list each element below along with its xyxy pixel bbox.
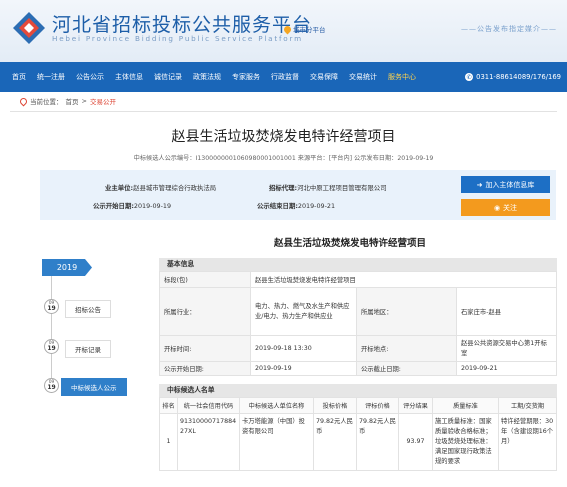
timeline-item-bid-opening[interactable]: 开标记录 bbox=[65, 340, 111, 358]
breadcrumb-current[interactable]: 交易公开 bbox=[90, 96, 116, 106]
rank-cell: 1 bbox=[159, 412, 178, 472]
nav-item-credit[interactable]: 诚信记录 bbox=[149, 72, 188, 82]
nav-item-supervision[interactable]: 行政监督 bbox=[266, 72, 305, 82]
pub-start-value: 2019-09-19 bbox=[250, 361, 357, 376]
nav-item-announcements[interactable]: 公告公示 bbox=[71, 72, 110, 82]
agent-info: 招标代理:河北中原工程项目管理有限公司 bbox=[269, 183, 387, 192]
phone-icon: ✆ bbox=[465, 73, 474, 81]
location-pin-icon bbox=[18, 96, 29, 106]
region-value: 石家庄市-赵县 bbox=[456, 287, 557, 336]
agent-value: 河北中原工程项目管理有限公司 bbox=[297, 184, 387, 192]
pub-end-value: 2019-09-21 bbox=[456, 361, 557, 376]
add-to-entity-db-button[interactable]: ➜ 加入主体信息库 bbox=[461, 176, 550, 193]
company-name-cell[interactable]: 卡万塔能源（中国）投资有限公司 bbox=[239, 412, 314, 472]
section-value: 赵县生活垃圾焚烧发电特许经营项目 bbox=[250, 271, 557, 288]
section-label: 标段(包) bbox=[159, 271, 251, 288]
breadcrumb-prefix: 当前位置： bbox=[30, 98, 63, 106]
announcement-meta: 中标候选人公示编号：I1300000001060980001001001 来源平… bbox=[133, 155, 434, 162]
column-header: 评分结果 bbox=[398, 397, 433, 414]
timeline-line bbox=[51, 265, 52, 390]
owner-label: 业主单位: bbox=[105, 184, 134, 192]
nav-item-register[interactable]: 统一注册 bbox=[32, 72, 71, 82]
start-date-value: 2019-09-19 bbox=[133, 202, 172, 210]
login-arrow-icon: ➜ bbox=[476, 180, 483, 189]
end-date-label: 公示结束日期: bbox=[257, 202, 298, 210]
nav-item-entities[interactable]: 主体信息 bbox=[110, 72, 149, 82]
pub-end-label: 公示截止日期: bbox=[356, 361, 457, 376]
site-title: 河北省招标投标公共服务平台 bbox=[52, 14, 313, 36]
owner-value: 赵县城市管理综合行政执法局 bbox=[133, 184, 217, 192]
end-date-value: 2019-09-21 bbox=[297, 202, 336, 210]
column-header: 统一社会信用代码 bbox=[177, 397, 240, 414]
location-pin-icon bbox=[282, 24, 293, 34]
basic-info-heading: 基本信息 bbox=[159, 258, 557, 271]
basic-info-table: 标段(包) 赵县生活垃圾焚烧发电特许经营项目 所属行业： 电力、热力、燃气及水生… bbox=[159, 271, 557, 376]
site-header: 河北省招标投标公共服务平台 Hebei Province Bidding Pub… bbox=[0, 0, 567, 62]
nav-item-statistics[interactable]: 交易统计 bbox=[344, 72, 383, 82]
duration-cell: 特许经营期限：30年（含建设期16个月） bbox=[498, 412, 557, 472]
column-header: 投标价格 bbox=[313, 397, 357, 414]
open-time-value: 2019-09-18 13:30 bbox=[250, 335, 357, 362]
main-nav: 首页 统一注册 公告公示 主体信息 诚信记录 政策法规 专家服务 行政监督 交易… bbox=[0, 62, 567, 92]
open-place-value: 赵县公共资源交易中心第1开标室 bbox=[456, 335, 557, 362]
industry-label: 所属行业： bbox=[159, 287, 251, 336]
breadcrumb: 当前位置： 首页 > 交易公开 bbox=[18, 96, 116, 106]
candidates-panel: 中标候选人名单 排名 统一社会信用代码 中标候选人单位名称 投标价格 评标价格 … bbox=[159, 384, 557, 472]
credit-code-cell: 91310000717884 27XL bbox=[177, 412, 240, 472]
eval-price-cell: 79.82元人民币 bbox=[356, 412, 399, 472]
timeline-day: 19 bbox=[47, 383, 56, 391]
section-title: 赵县生活垃圾焚烧发电特许经营项目 bbox=[273, 238, 426, 249]
timeline-day: 19 bbox=[47, 304, 56, 312]
hotline: ✆ 0311-88614089/176/169 bbox=[465, 73, 561, 81]
quality-standard-cell: 施工质量标准：国家质量验收合格标准；垃圾焚烧处理标准：满足国家现行政策法规的要求 bbox=[432, 412, 499, 472]
year-badge[interactable]: 2019 bbox=[42, 259, 92, 276]
timeline-item-bid-notice[interactable]: 招标公告 bbox=[65, 300, 111, 318]
divider bbox=[10, 111, 557, 112]
candidates-heading: 中标候选人名单 bbox=[159, 384, 557, 397]
timeline-item-candidates[interactable]: 中标候选人公示 bbox=[61, 378, 127, 396]
breadcrumb-separator: > bbox=[81, 97, 87, 105]
follow-button-label: 关注 bbox=[503, 203, 518, 212]
score-cell: 93.97 bbox=[398, 412, 433, 472]
start-date-label: 公示开始日期: bbox=[93, 202, 134, 210]
open-place-label: 开标地点: bbox=[356, 335, 457, 362]
basic-info-panel: 基本信息 标段(包) 赵县生活垃圾焚烧发电特许经营项目 所属行业： 电力、热力、… bbox=[159, 258, 557, 376]
candidates-table: 排名 统一社会信用代码 中标候选人单位名称 投标价格 评标价格 评分结果 质量标… bbox=[159, 397, 557, 472]
region-label: 所属地区： bbox=[356, 287, 457, 336]
bid-price-cell: 79.82元人民币 bbox=[313, 412, 357, 472]
column-header: 排名 bbox=[159, 397, 178, 414]
nav-item-home[interactable]: 首页 bbox=[0, 72, 32, 82]
nav-item-experts[interactable]: 专家服务 bbox=[227, 72, 266, 82]
site-subtitle: Hebei Province Bidding Public Service Pl… bbox=[52, 34, 303, 43]
nav-item-policy[interactable]: 政策法规 bbox=[188, 72, 227, 82]
logo-icon[interactable] bbox=[12, 11, 46, 45]
timeline-node: 09 19 bbox=[44, 339, 59, 354]
start-date-info: 公示开始日期:2019-09-19 bbox=[93, 201, 171, 210]
owner-info: 业主单位:赵县城市管理综合行政执法局 bbox=[105, 183, 216, 192]
follow-button[interactable]: ◉ 关注 bbox=[461, 199, 550, 216]
nav-item-service-center[interactable]: 服务中心 bbox=[383, 72, 422, 82]
page-title: 赵县生活垃圾焚烧发电特许经营项目 bbox=[171, 129, 396, 145]
column-header: 工期/交货期 bbox=[498, 397, 557, 414]
header-slogan: ——公告发布指定媒介—— bbox=[461, 25, 557, 33]
hotline-number: 0311-88614089/176/169 bbox=[476, 73, 561, 81]
table-row: 1 91310000717884 27XL 卡万塔能源（中国）投资有限公司 79… bbox=[159, 412, 557, 472]
column-header: 评标价格 bbox=[356, 397, 399, 414]
timeline-node: 09 19 bbox=[44, 378, 59, 393]
city-switch[interactable]: 城市分平台 bbox=[282, 24, 326, 34]
city-switch-label: 城市分平台 bbox=[293, 26, 326, 34]
breadcrumb-home[interactable]: 首页 bbox=[66, 96, 79, 106]
eye-icon: ◉ bbox=[493, 203, 501, 212]
timeline-node: 09 19 bbox=[44, 299, 59, 314]
column-header: 中标候选人单位名称 bbox=[239, 397, 314, 414]
timeline-day: 19 bbox=[47, 344, 56, 352]
industry-value: 电力、热力、燃气及水生产和供应业/电力、热力生产和供应业 bbox=[250, 287, 357, 336]
open-time-label: 开标时间: bbox=[159, 335, 251, 362]
nav-item-guarantee[interactable]: 交易保障 bbox=[305, 72, 344, 82]
add-button-label: 加入主体信息库 bbox=[485, 180, 535, 189]
pub-start-label: 公示开始日期: bbox=[159, 361, 251, 376]
column-header: 质量标准 bbox=[432, 397, 499, 414]
end-date-info: 公示结束日期:2019-09-21 bbox=[257, 201, 335, 210]
agent-label: 招标代理: bbox=[269, 184, 298, 192]
